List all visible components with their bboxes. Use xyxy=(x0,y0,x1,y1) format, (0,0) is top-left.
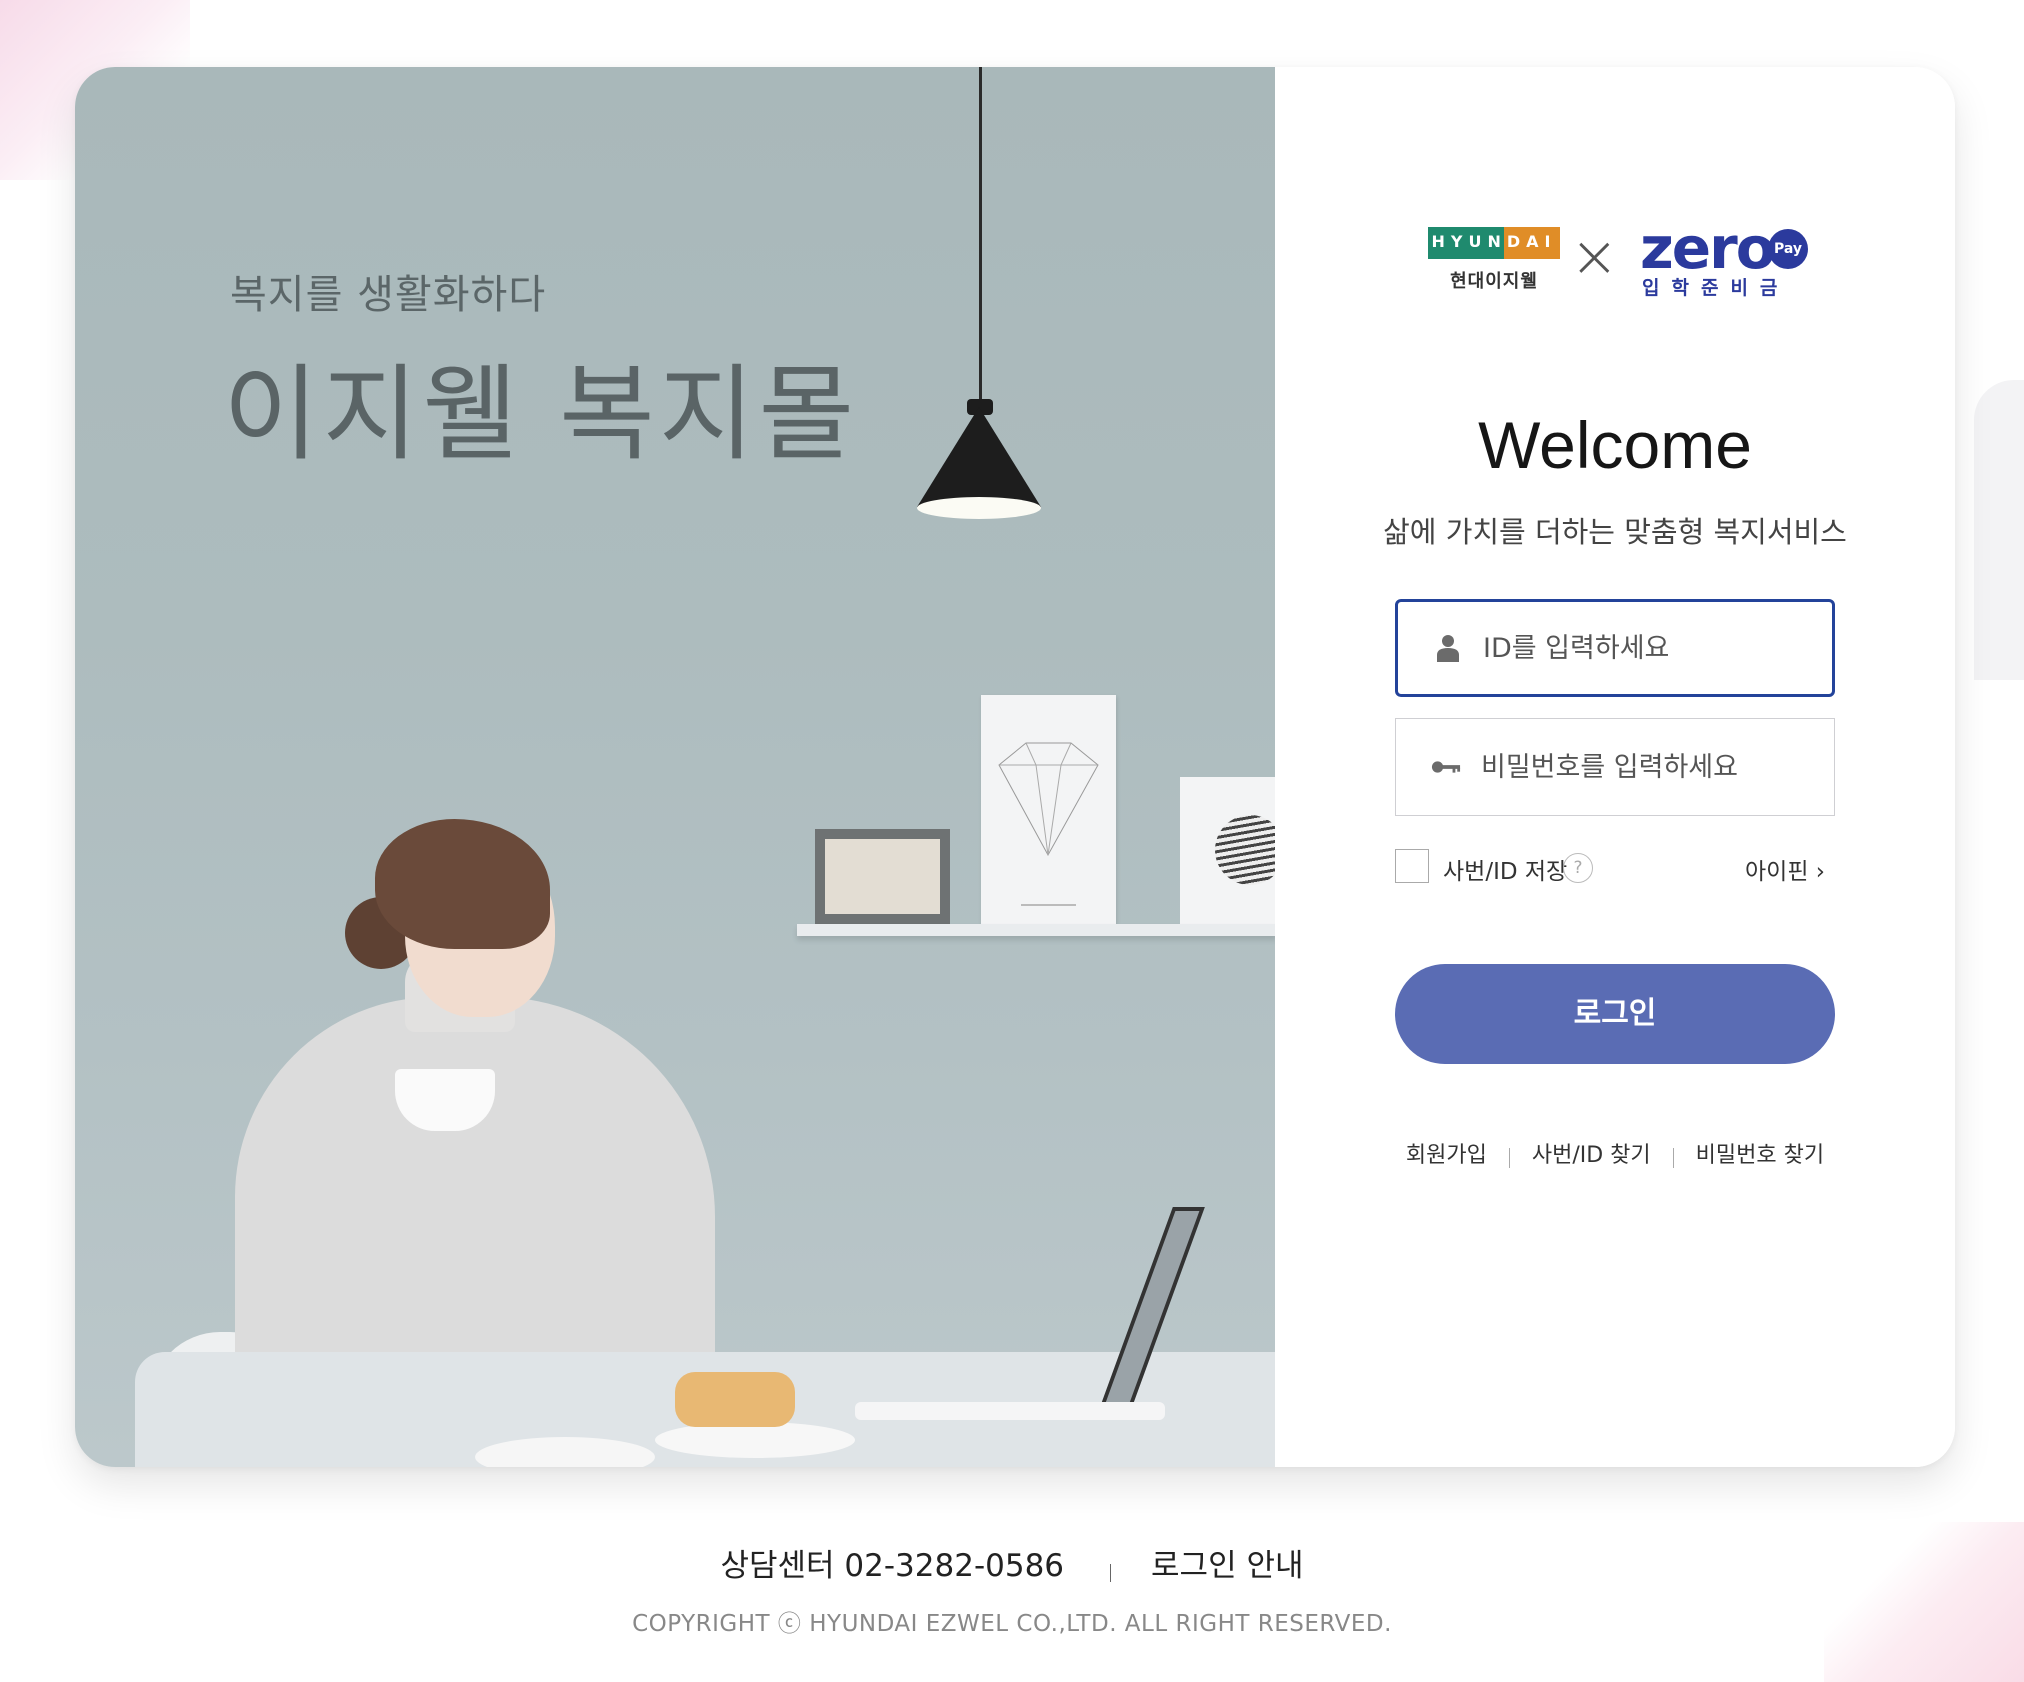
help-icon[interactable]: ? xyxy=(1563,853,1593,883)
laptop-base xyxy=(855,1402,1165,1420)
diamond-frame xyxy=(981,695,1116,924)
brand-logos: HYUNDAI 현대이지웰 × zero Pay 입학준비금 xyxy=(1428,219,1808,303)
link-divider xyxy=(1672,1148,1674,1168)
save-id-label[interactable]: 사번/ID 저장 xyxy=(1443,852,1567,886)
find-id-link[interactable]: 사번/ID 찾기 xyxy=(1532,1143,1651,1168)
coffee-cup xyxy=(395,1069,495,1131)
zero-logo-subtext: 입학준비금 xyxy=(1642,277,1790,299)
hyundai-ezwel-logo: HYUNDAI 현대이지웰 xyxy=(1428,223,1560,293)
key-icon xyxy=(1431,759,1461,775)
contact-center-text: 상담센터 02-3282-0586 xyxy=(720,1548,1065,1584)
save-id-row: 사번/ID 저장 ? 아이핀 › xyxy=(1395,845,1835,889)
hyundai-logo-subtext: 현대이지웰 xyxy=(1450,271,1538,292)
hyundai-logo-text: HYUNDAI xyxy=(1431,232,1557,251)
signup-link[interactable]: 회원가입 xyxy=(1406,1143,1487,1168)
user-icon xyxy=(1433,634,1463,662)
login-guide-link[interactable]: 로그인 안내 xyxy=(1151,1548,1303,1584)
hero-photo: 복지를 생활화하다 이지웰 복지몰 xyxy=(75,67,1275,1467)
link-divider xyxy=(1508,1148,1510,1168)
password-input[interactable] xyxy=(1479,750,1823,784)
copyright-text: COPYRIGHT ⓒ HYUNDAI EZWEL CO.,LTD. ALL R… xyxy=(632,1611,1392,1637)
lamp-cord xyxy=(979,67,982,412)
welcome-subtitle: 삶에 가치를 더하는 맞춤형 복지서비스 xyxy=(1383,515,1847,549)
woman-hair xyxy=(375,819,550,949)
collaboration-x-icon: × xyxy=(1570,222,1619,290)
login-button[interactable]: 로그인 xyxy=(1395,964,1835,1064)
lamp-shade xyxy=(917,407,1041,507)
id-input[interactable] xyxy=(1481,631,1825,665)
login-card: 복지를 생활화하다 이지웰 복지몰 HYUNDAI 현대이지웰 × zero P… xyxy=(75,67,1955,1467)
decorative-side-shape xyxy=(1974,380,2024,680)
account-links: 회원가입 사번/ID 찾기 비밀번호 찾기 xyxy=(1275,1137,1955,1169)
hero-title: 이지웰 복지몰 xyxy=(223,353,859,475)
welcome-heading: Welcome xyxy=(1478,408,1752,482)
pancake-plate xyxy=(655,1422,855,1458)
family-photo-frame xyxy=(815,829,950,924)
zeropay-logo: zero Pay 입학준비금 xyxy=(1640,219,1815,299)
ipin-link[interactable]: 아이핀 › xyxy=(1745,852,1825,886)
footer-contact-row: 상담센터 02-3282-0586 로그인 안내 xyxy=(0,1540,2024,1585)
hero-tagline: 복지를 생활화하다 xyxy=(230,272,547,318)
id-field[interactable] xyxy=(1395,599,1835,697)
save-id-checkbox[interactable] xyxy=(1395,849,1429,883)
pay-badge: Pay xyxy=(1768,229,1808,269)
footer-divider xyxy=(1110,1564,1112,1582)
pancakes xyxy=(675,1372,795,1427)
find-password-link[interactable]: 비밀번호 찾기 xyxy=(1696,1143,1824,1168)
login-panel: HYUNDAI 현대이지웰 × zero Pay 입학준비금 Welcome 삶… xyxy=(1275,67,1955,1467)
password-field[interactable] xyxy=(1395,718,1835,816)
wall-shelf xyxy=(797,924,1275,936)
lamp-bulb xyxy=(917,497,1041,519)
wave-pattern-frame xyxy=(1180,777,1275,924)
